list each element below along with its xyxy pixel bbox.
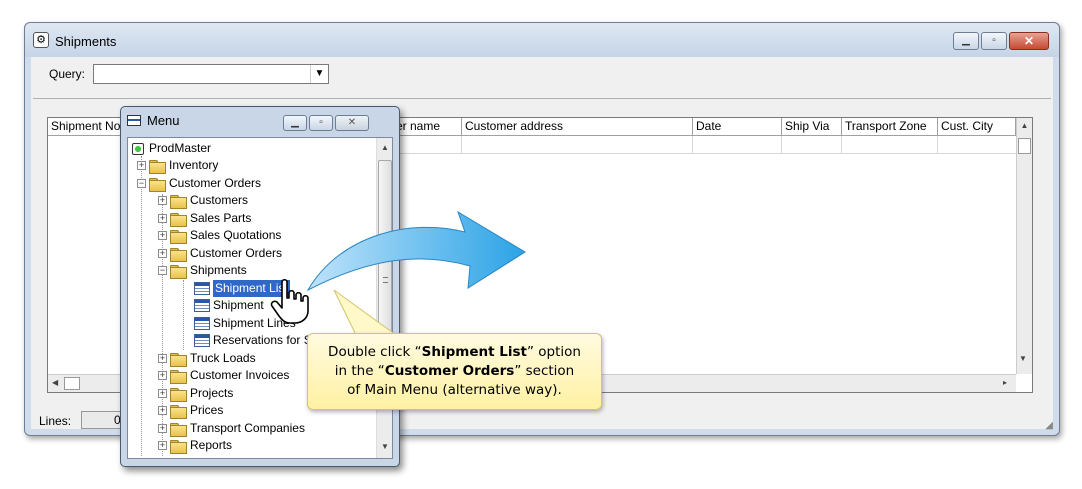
column-header-cust-city[interactable]: Cust. City (938, 118, 1016, 136)
scroll-up-icon[interactable]: ▲ (377, 143, 392, 152)
menu-minimize-icon[interactable]: ▁ (283, 115, 307, 131)
expand-icon[interactable]: + (137, 161, 146, 170)
folder-icon (170, 369, 187, 384)
query-select[interactable]: ▼ (93, 64, 329, 84)
lines-label: Lines: (39, 414, 72, 428)
close-icon[interactable]: ✕ (1009, 32, 1049, 50)
resize-grip-icon[interactable]: ◢ (1045, 420, 1053, 431)
folder-icon (170, 194, 187, 209)
tree-item-reports[interactable]: + Reports (158, 437, 232, 454)
window-title: Shipments (55, 34, 117, 49)
folder-icon (170, 439, 187, 454)
table-row[interactable] (393, 136, 1016, 154)
scroll-up-icon[interactable]: ▲ (1017, 121, 1032, 130)
tree-item-customers[interactable]: + Customers (158, 192, 248, 209)
expand-icon[interactable]: + (158, 389, 167, 398)
tree-item-customer-orders-child[interactable]: + Customer Orders (158, 245, 282, 262)
tree-item-shipments[interactable]: − Shipments (158, 262, 247, 279)
folder-open-icon (149, 177, 166, 192)
scroll-left-icon[interactable]: ◀ (52, 378, 58, 387)
expand-icon[interactable]: + (158, 214, 167, 223)
hand-cursor-icon (270, 278, 309, 324)
list-icon (194, 282, 210, 295)
shipments-titlebar[interactable]: ⚙ Shipments ▁ ▫ ✕ (25, 23, 1059, 57)
scroll-thumb[interactable] (1018, 138, 1031, 154)
tree-item-sales-parts[interactable]: + Sales Parts (158, 210, 251, 227)
collapse-icon[interactable]: − (158, 266, 167, 275)
menu-close-icon[interactable]: ✕ (335, 115, 369, 131)
scroll-down-icon[interactable]: ▼ (1019, 354, 1027, 363)
folder-icon (149, 159, 166, 174)
expand-icon[interactable]: + (158, 441, 167, 450)
tree-item-shipment[interactable]: Shipment (194, 297, 264, 314)
expand-icon[interactable]: + (158, 354, 167, 363)
callout-pointer (333, 289, 398, 336)
separator (33, 98, 1051, 99)
hscroll-thumb[interactable] (64, 377, 80, 390)
folder-icon (170, 212, 187, 227)
folder-open-icon (170, 264, 187, 279)
expand-icon[interactable]: + (158, 196, 167, 205)
callout-line-3: of Main Menu (alternative way). (347, 382, 562, 398)
maximize-icon[interactable]: ▫ (981, 32, 1007, 50)
menu-window-title: Menu (147, 113, 180, 128)
expand-icon[interactable]: + (158, 231, 167, 240)
tree-item-prices[interactable]: + Prices (158, 402, 223, 419)
minimize-icon[interactable]: ▁ (953, 32, 979, 50)
menu-app-icon (127, 115, 141, 126)
expand-icon[interactable]: + (158, 406, 167, 415)
window-controls: ▁ ▫ ✕ (953, 32, 1049, 50)
folder-icon (170, 404, 187, 419)
column-header-customer-name[interactable]: er name (393, 118, 462, 136)
tree-item-reservations[interactable]: Reservations for S (194, 332, 312, 349)
folder-icon (170, 352, 187, 367)
app-icon: ⚙ (33, 32, 49, 48)
folder-icon (170, 229, 187, 244)
expand-icon[interactable]: + (158, 424, 167, 433)
tree-item-sales-quotations[interactable]: + Sales Quotations (158, 227, 281, 244)
expand-icon[interactable]: + (158, 371, 167, 380)
callout-line-1: Double click “Shipment List” option (328, 344, 581, 360)
scroll-down-icon[interactable]: ▼ (381, 442, 389, 451)
column-header-customer-address[interactable]: Customer address (462, 118, 693, 136)
column-header-date[interactable]: Date (693, 118, 782, 136)
callout-line-2: in the “Customer Orders” section (334, 363, 575, 379)
vertical-scrollbar[interactable]: ▲ ▼ (1016, 118, 1032, 374)
tree-item-customer-invoices[interactable]: + Customer Invoices (158, 367, 289, 384)
form-icon (194, 299, 210, 312)
tree-item-truck-loads[interactable]: + Truck Loads (158, 350, 256, 367)
tree-item-customer-orders[interactable]: − Customer Orders (137, 175, 261, 192)
expand-icon[interactable]: + (158, 249, 167, 258)
folder-icon (170, 422, 187, 437)
collapse-icon[interactable]: − (137, 179, 146, 188)
scroll-right-icon[interactable]: ▸ (1003, 378, 1007, 387)
tree-item-root[interactable]: ProdMaster (132, 140, 211, 157)
menu-maximize-icon[interactable]: ▫ (309, 115, 333, 131)
instruction-callout: Double click “Shipment List” option in t… (307, 333, 602, 410)
list-icon (194, 334, 210, 347)
column-header-ship-via[interactable]: Ship Via (782, 118, 842, 136)
query-label: Query: (49, 67, 86, 81)
chevron-down-icon[interactable]: ▼ (310, 65, 328, 83)
tree-item-inventory[interactable]: + Inventory (137, 157, 218, 174)
folder-icon (170, 387, 187, 402)
list-icon (194, 317, 210, 330)
menu-window-controls: ▁ ▫ ✕ (283, 115, 369, 131)
tree-item-projects[interactable]: + Projects (158, 385, 233, 402)
column-header-transport-zone[interactable]: Transport Zone (842, 118, 938, 136)
tree-item-transport-companies[interactable]: + Transport Companies (158, 420, 305, 437)
root-icon (132, 142, 144, 155)
folder-icon (170, 247, 187, 262)
